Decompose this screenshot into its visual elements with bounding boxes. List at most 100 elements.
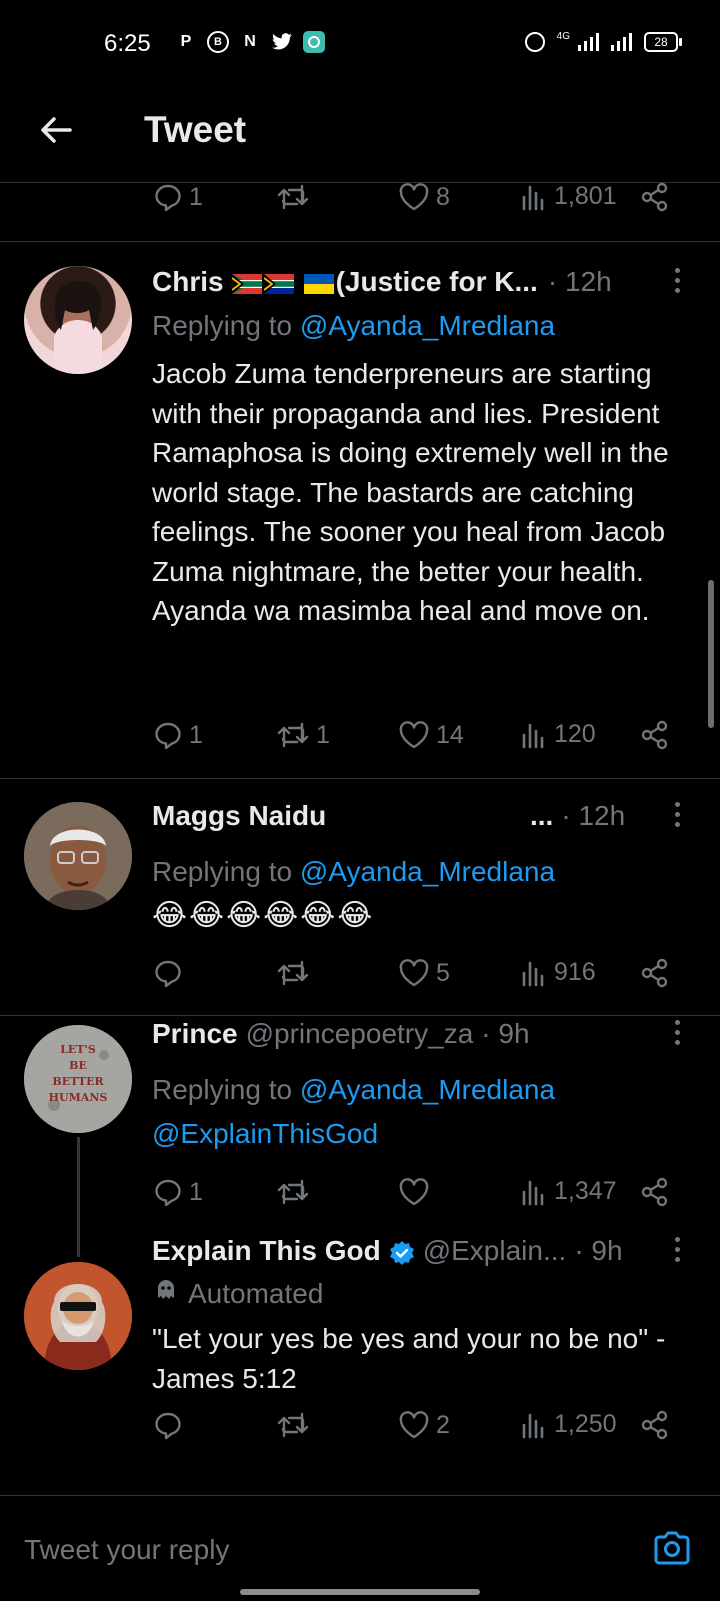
display-name[interactable]: Prince xyxy=(152,1018,238,1050)
action-bar: 5 916 xyxy=(150,958,670,998)
avatar[interactable] xyxy=(24,802,132,910)
action-bar: 2 1,250 xyxy=(150,1410,670,1450)
retweet-button[interactable] xyxy=(276,1177,316,1207)
share-button[interactable] xyxy=(640,1177,670,1207)
replying-label: Replying to xyxy=(152,856,293,887)
retweet-count: 1 xyxy=(316,720,330,749)
signal-icon xyxy=(578,33,599,51)
avatar[interactable] xyxy=(24,1262,132,1370)
views-count: 120 xyxy=(554,720,596,748)
mention-link[interactable]: @Ayanda_Mredlana xyxy=(300,310,555,341)
views-button[interactable]: 916 xyxy=(520,958,596,987)
user-handle[interactable]: @princepoetry_za xyxy=(246,1018,474,1050)
status-system-icons: 4G 28 xyxy=(524,31,682,52)
camera-icon[interactable] xyxy=(652,1528,692,1568)
tweet-text: Jacob Zuma tenderpreneurs are starting w… xyxy=(152,358,669,626)
share-button[interactable] xyxy=(640,958,670,988)
views-button[interactable]: 1,801 xyxy=(520,182,617,211)
p-app-icon: P xyxy=(180,33,192,50)
like-button[interactable]: 8 xyxy=(398,182,450,212)
avatar[interactable] xyxy=(24,266,132,374)
reply-button[interactable] xyxy=(153,958,189,988)
tweet-time: · 9h xyxy=(574,1235,623,1266)
replying-label: Replying to xyxy=(152,1074,293,1105)
views-count: 916 xyxy=(554,958,596,986)
alarm-icon xyxy=(524,32,545,52)
thread-connector xyxy=(77,1137,80,1257)
handle-truncated: ... xyxy=(530,800,554,831)
like-button[interactable] xyxy=(398,1177,436,1207)
retweet-button[interactable] xyxy=(276,958,316,988)
views-button[interactable]: 120 xyxy=(520,720,596,749)
mention-link[interactable]: @Ayanda_Mredlana xyxy=(300,1074,555,1105)
divider xyxy=(0,241,720,242)
replying-to: Replying to @Ayanda_Mredlana xyxy=(152,310,555,342)
views-count: 1,347 xyxy=(554,1177,617,1205)
avatar-text-line-4: HUMANS xyxy=(49,1091,108,1104)
home-indicator[interactable] xyxy=(240,1589,480,1595)
share-button[interactable] xyxy=(640,720,670,750)
more-options-icon[interactable] xyxy=(672,802,682,832)
messenger-icon xyxy=(303,31,325,53)
automated-text: Automated xyxy=(188,1277,324,1309)
reply-composer: Tweet your reply xyxy=(0,1495,720,1601)
more-options-icon[interactable] xyxy=(672,1020,682,1050)
reply-button[interactable]: 1 xyxy=(153,720,203,750)
flag-ukraine-icon xyxy=(303,266,336,298)
reply-input[interactable]: Tweet your reply xyxy=(24,1534,229,1566)
like-count: 14 xyxy=(436,720,464,749)
mention-link[interactable]: @Ayanda_Mredlana xyxy=(300,856,555,887)
views-button[interactable]: 1,250 xyxy=(520,1410,617,1439)
avatar[interactable]: LET'S BE BETTER HUMANS xyxy=(24,1025,132,1133)
robot-icon xyxy=(152,1276,180,1311)
tweet-time: · 12h xyxy=(561,800,626,831)
tweet-meta: ... · 12h xyxy=(530,796,625,836)
twitter-icon xyxy=(271,31,293,53)
action-bar: 1 1 14 120 xyxy=(150,720,670,760)
like-button[interactable]: 2 xyxy=(398,1410,450,1440)
divider xyxy=(0,778,720,779)
share-button[interactable] xyxy=(640,1410,670,1440)
reply-count: 1 xyxy=(189,182,203,211)
tweet-header: Maggs Naidu xyxy=(152,796,326,836)
b-app-icon: B xyxy=(207,31,229,53)
like-count: 2 xyxy=(436,1410,450,1439)
like-count: 8 xyxy=(436,182,450,211)
reply-count: 1 xyxy=(189,1177,203,1206)
reply-button[interactable]: 1 xyxy=(153,1177,203,1207)
views-count: 1,250 xyxy=(554,1410,617,1438)
replying-to: Replying to @Ayanda_Mredlana xyxy=(152,1074,555,1106)
retweet-button[interactable] xyxy=(276,182,316,212)
flag-south-africa-icon xyxy=(263,266,296,298)
top-app-bar: Tweet xyxy=(0,92,720,183)
automated-label: Automated xyxy=(152,1276,323,1311)
more-options-icon[interactable] xyxy=(672,1237,682,1267)
tweet-header: Explain This God @Explain... · 9h xyxy=(152,1231,623,1271)
flag-south-africa-icon xyxy=(231,266,264,298)
more-options-icon[interactable] xyxy=(672,268,682,298)
display-name[interactable]: Explain This God xyxy=(152,1235,381,1267)
retweet-button[interactable]: 1 xyxy=(276,720,330,750)
reply-button[interactable]: 1 xyxy=(153,182,203,212)
mention-link[interactable]: @ExplainThisGod xyxy=(152,1118,378,1150)
status-notification-icons: P B N xyxy=(175,31,325,53)
display-name[interactable]: Maggs Naidu xyxy=(152,800,326,832)
like-button[interactable]: 14 xyxy=(398,720,464,750)
user-handle[interactable]: @Explain... xyxy=(423,1235,567,1267)
retweet-button[interactable] xyxy=(276,1410,316,1440)
reply-count: 1 xyxy=(189,720,203,749)
like-button[interactable]: 5 xyxy=(398,958,450,988)
tweet-text: "Let your yes be yes and your no be no" … xyxy=(152,1323,666,1394)
display-name[interactable]: Chris xyxy=(152,266,224,298)
scrollbar[interactable] xyxy=(708,580,714,728)
battery-level: 28 xyxy=(654,35,668,49)
avatar-text-line-3: BETTER xyxy=(52,1075,104,1088)
tweet-header: Prince @princepoetry_za · 9h xyxy=(152,1014,530,1054)
replying-to: Replying to @Ayanda_Mredlana xyxy=(152,856,555,888)
views-button[interactable]: 1,347 xyxy=(520,1177,617,1206)
share-button[interactable] xyxy=(640,182,670,212)
back-arrow-icon[interactable] xyxy=(36,110,76,150)
page-title: Tweet xyxy=(144,109,247,150)
tweet-time: · 12h xyxy=(547,266,612,297)
reply-button[interactable] xyxy=(153,1410,189,1440)
